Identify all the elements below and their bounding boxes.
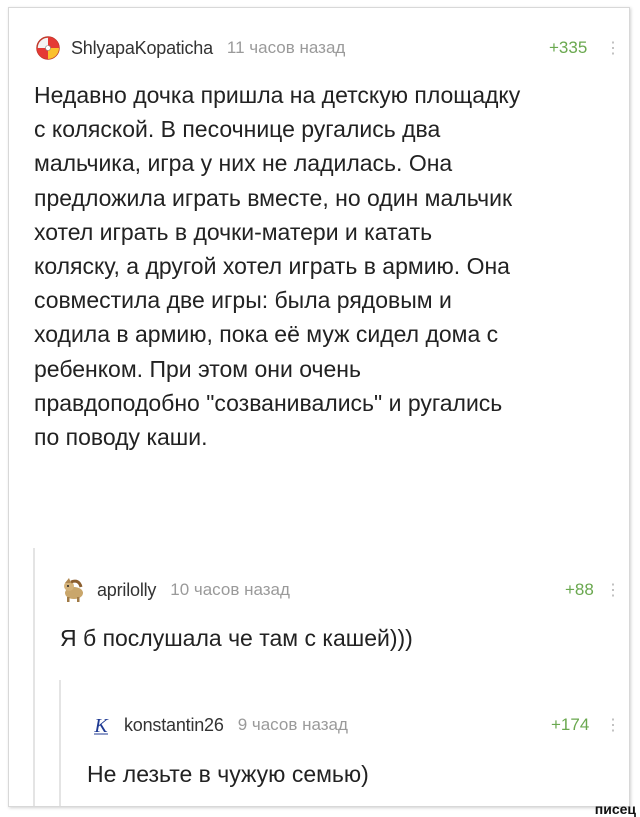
comment-3-username[interactable]: konstantin26 (124, 715, 224, 736)
comments-card: ShlyapaKopaticha 11 часов назад +335 ⋮ Н… (8, 7, 630, 807)
comment-1-time: 11 часов назад (226, 38, 346, 57)
comment-2-body: Я б послушала че там с кашей))) (60, 621, 620, 655)
comment-3-line: Не лезьте в чужую семью) (87, 761, 369, 787)
beachball-avatar-icon[interactable] (35, 35, 61, 61)
pony-avatar-icon[interactable] (61, 577, 87, 603)
comment-3-more-icon[interactable]: ⋮ (605, 715, 621, 735)
comment-1-line: с коляской. В песочнице ругались два (34, 116, 441, 143)
comment-1-line: ребенком. При этом они очень (34, 355, 361, 382)
comment-3-header: K konstantin26 9 часов назад (88, 710, 348, 740)
comment-2-username[interactable]: aprilolly (97, 580, 156, 601)
comment-1-line: ходила в армию, пока её муж сидел дома с (34, 321, 499, 348)
comment-2-header: aprilolly 10 часов назад (61, 575, 290, 605)
comment-1-username[interactable]: ShlyapaKopaticha (71, 38, 213, 59)
comment-1-line: коляску, а другой хотел играть в армию. … (34, 253, 510, 280)
comment-1-line: предложила играть вместе, но один мальчи… (34, 184, 513, 211)
comment-1-line: хотел играть в дочки-матери и катать (34, 218, 433, 245)
comment-1-line: мальчика, игра у них не ладилась. Она (34, 150, 453, 177)
comment-3-time: 9 часов назад (237, 715, 348, 734)
watermark: писец (594, 801, 636, 817)
comment-1-line: правдоподобно "созванивались" и ругались (34, 389, 503, 416)
comment-3-rating: +174 (551, 715, 590, 734)
k-letter-avatar-icon[interactable]: K (88, 712, 114, 738)
comment-2-more-icon[interactable]: ⋮ (605, 580, 621, 600)
comment-1-line: по поводу каши. (34, 424, 208, 451)
comment-2-rating: +88 (565, 580, 594, 599)
thread-line-level-1[interactable] (33, 548, 35, 806)
comment-2-time: 10 часов назад (170, 580, 290, 599)
comment-1-line: Недавно дочка пришла на детскую площадку (34, 82, 521, 108)
comment-1-more-icon[interactable]: ⋮ (605, 38, 621, 58)
comment-3-body: Не лезьте в чужую семью) (87, 757, 607, 791)
comment-1-line: совместила две игры: была рядовым и (34, 287, 452, 314)
comment-1-header: ShlyapaKopaticha 11 часов назад (35, 33, 345, 63)
comment-1-body: Недавно дочка пришла на детскую площадку… (34, 78, 624, 454)
comment-2-line: Я б послушала че там с кашей))) (60, 625, 413, 651)
comment-1-rating: +335 (549, 38, 588, 57)
thread-line-level-2[interactable] (59, 680, 61, 806)
